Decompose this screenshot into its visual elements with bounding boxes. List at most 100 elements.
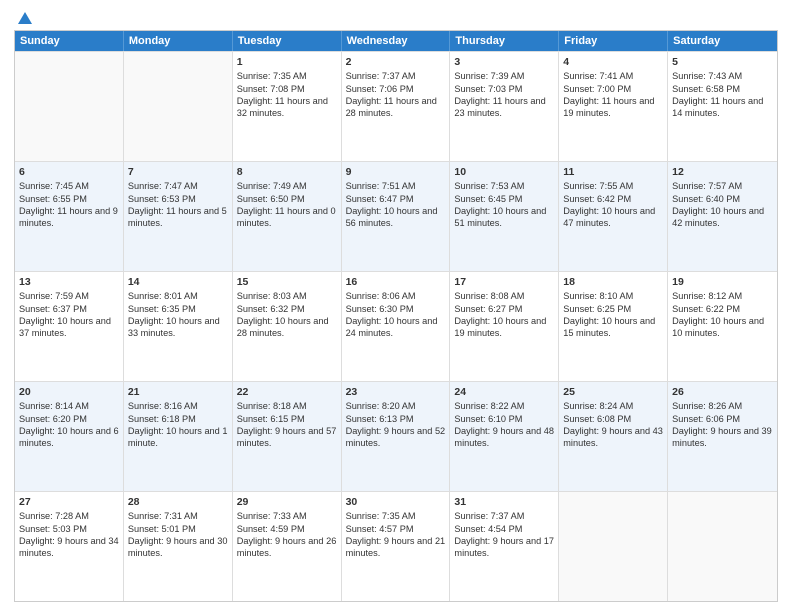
calendar-cell xyxy=(668,492,777,601)
sunrise-text: Sunrise: 7:35 AM xyxy=(346,511,416,521)
day-number: 15 xyxy=(237,275,337,289)
sunrise-text: Sunrise: 7:45 AM xyxy=(19,181,89,191)
calendar-cell: 26Sunrise: 8:26 AMSunset: 6:06 PMDayligh… xyxy=(668,382,777,491)
calendar-cell xyxy=(124,52,233,161)
sunrise-text: Sunrise: 8:10 AM xyxy=(563,291,633,301)
calendar-cell: 23Sunrise: 8:20 AMSunset: 6:13 PMDayligh… xyxy=(342,382,451,491)
sunset-text: Sunset: 7:08 PM xyxy=(237,84,305,94)
day-number: 12 xyxy=(672,165,773,179)
daylight-text: Daylight: 10 hours and 47 minutes. xyxy=(563,206,655,228)
daylight-text: Daylight: 10 hours and 24 minutes. xyxy=(346,316,438,338)
header xyxy=(14,10,778,24)
sunrise-text: Sunrise: 7:41 AM xyxy=(563,71,633,81)
daylight-text: Daylight: 9 hours and 21 minutes. xyxy=(346,536,446,558)
calendar-row: 20 Sunrise: 8:14 AM Sunset: 6:20 PM Dayligh… xyxy=(15,381,777,491)
day-number: 4 xyxy=(563,55,663,69)
day-number: 28 xyxy=(128,495,228,509)
calendar-header-cell: Sunday xyxy=(15,31,124,51)
daylight-text: Daylight: 9 hours and 57 minutes. xyxy=(237,426,337,448)
daylight-text: Daylight: 10 hours and 51 minutes. xyxy=(454,206,546,228)
calendar-cell: 22 Sunrise: 8:18 AM Sunset: 6:15 PM Dayligh… xyxy=(233,382,342,491)
sunset-text: Sunset: 6:42 PM xyxy=(563,194,631,204)
sunrise-text: Sunrise: 7:35 AM xyxy=(237,71,307,81)
calendar-cell: 5Sunrise: 7:43 AMSunset: 6:58 PMDaylight… xyxy=(668,52,777,161)
calendar-cell: 9Sunrise: 7:51 AMSunset: 6:47 PMDaylight… xyxy=(342,162,451,271)
sunrise-text: Sunrise: 8:24 AM xyxy=(563,401,633,411)
calendar-header-cell: Thursday xyxy=(450,31,559,51)
sunrise-text: Sunrise: 7:49 AM xyxy=(237,181,307,191)
sunset-text: Sunset: 6:32 PM xyxy=(237,304,305,314)
calendar-header-cell: Saturday xyxy=(668,31,777,51)
sunset-text: Sunset: 4:59 PM xyxy=(237,524,305,534)
daylight-text: Daylight: 9 hours and 48 minutes. xyxy=(454,426,554,448)
sunset-text: Sunset: 6:47 PM xyxy=(346,194,414,204)
day-number: 22 xyxy=(237,385,337,399)
sunset-text: Sunset: 7:06 PM xyxy=(346,84,414,94)
calendar-cell: 30 Sunrise: 7:35 AM Sunset: 4:57 PM Dayligh… xyxy=(342,492,451,601)
day-number: 9 xyxy=(346,165,446,179)
sunset-text: Sunset: 6:53 PM xyxy=(128,194,196,204)
sunrise-text: Sunrise: 7:37 AM xyxy=(454,511,524,521)
sunrise-text: Sunrise: 8:18 AM xyxy=(237,401,307,411)
calendar-cell: 1Sunrise: 7:35 AMSunset: 7:08 PMDaylight… xyxy=(233,52,342,161)
calendar-body: 1Sunrise: 7:35 AMSunset: 7:08 PMDaylight… xyxy=(15,51,777,601)
daylight-text: Daylight: 11 hours and 23 minutes. xyxy=(454,96,545,118)
daylight-text: Daylight: 11 hours and 9 minutes. xyxy=(19,206,118,228)
sunset-text: Sunset: 6:35 PM xyxy=(128,304,196,314)
sunset-text: Sunset: 6:50 PM xyxy=(237,194,305,204)
day-number: 16 xyxy=(346,275,446,289)
day-number: 30 xyxy=(346,495,446,509)
sunrise-text: Sunrise: 8:20 AM xyxy=(346,401,416,411)
calendar-cell: 8Sunrise: 7:49 AMSunset: 6:50 PMDaylight… xyxy=(233,162,342,271)
day-number: 20 xyxy=(19,385,119,399)
calendar-cell xyxy=(15,52,124,161)
sunrise-text: Sunrise: 8:03 AM xyxy=(237,291,307,301)
sunrise-text: Sunrise: 8:22 AM xyxy=(454,401,524,411)
sunrise-text: Sunrise: 8:14 AM xyxy=(19,401,89,411)
sunrise-text: Sunrise: 8:12 AM xyxy=(672,291,742,301)
calendar-cell: 31Sunrise: 7:37 AMSunset: 4:54 PMDayligh… xyxy=(450,492,559,601)
logo-icon xyxy=(16,10,34,28)
calendar-cell: 28Sunrise: 7:31 AMSunset: 5:01 PMDayligh… xyxy=(124,492,233,601)
calendar-cell: 17Sunrise: 8:08 AMSunset: 6:27 PMDayligh… xyxy=(450,272,559,381)
calendar-cell: 13Sunrise: 7:59 AMSunset: 6:37 PMDayligh… xyxy=(15,272,124,381)
daylight-text: Daylight: 10 hours and 19 minutes. xyxy=(454,316,546,338)
day-number: 17 xyxy=(454,275,554,289)
calendar-cell: 6Sunrise: 7:45 AMSunset: 6:55 PMDaylight… xyxy=(15,162,124,271)
sunrise-text: Sunrise: 8:16 AM xyxy=(128,401,198,411)
calendar-header: SundayMondayTuesdayWednesdayThursdayFrid… xyxy=(15,31,777,51)
daylight-text: Daylight: 9 hours and 34 minutes. xyxy=(19,536,119,558)
sunset-text: Sunset: 6:20 PM xyxy=(19,414,87,424)
sunset-text: Sunset: 4:57 PM xyxy=(346,524,414,534)
sunrise-text: Sunrise: 7:57 AM xyxy=(672,181,742,191)
daylight-text: Daylight: 9 hours and 26 minutes. xyxy=(237,536,337,558)
day-number: 5 xyxy=(672,55,773,69)
sunrise-text: Sunrise: 8:26 AM xyxy=(672,401,742,411)
day-number: 27 xyxy=(19,495,119,509)
sunset-text: Sunset: 6:13 PM xyxy=(346,414,414,424)
sunset-text: Sunset: 6:45 PM xyxy=(454,194,522,204)
calendar-cell: 24Sunrise: 8:22 AMSunset: 6:10 PMDayligh… xyxy=(450,382,559,491)
calendar-cell: 11Sunrise: 7:55 AMSunset: 6:42 PMDayligh… xyxy=(559,162,668,271)
sunrise-text: Sunrise: 7:39 AM xyxy=(454,71,524,81)
daylight-text: Daylight: 10 hours and 42 minutes. xyxy=(672,206,764,228)
calendar-row: 13Sunrise: 7:59 AMSunset: 6:37 PMDayligh… xyxy=(15,271,777,381)
sunrise-text: Sunrise: 8:01 AM xyxy=(128,291,198,301)
calendar-row: 1Sunrise: 7:35 AMSunset: 7:08 PMDaylight… xyxy=(15,51,777,161)
calendar-header-cell: Tuesday xyxy=(233,31,342,51)
daylight-text: Daylight: 10 hours and 10 minutes. xyxy=(672,316,764,338)
sunset-text: Sunset: 5:03 PM xyxy=(19,524,87,534)
day-number: 14 xyxy=(128,275,228,289)
day-number: 19 xyxy=(672,275,773,289)
sunset-text: Sunset: 6:15 PM xyxy=(237,414,305,424)
sunset-text: Sunset: 5:01 PM xyxy=(128,524,196,534)
daylight-text: Daylight: 11 hours and 32 minutes. xyxy=(237,96,328,118)
sunset-text: Sunset: 6:55 PM xyxy=(19,194,87,204)
calendar-header-cell: Friday xyxy=(559,31,668,51)
day-number: 18 xyxy=(563,275,663,289)
day-number: 23 xyxy=(346,385,446,399)
sunrise-text: Sunrise: 7:55 AM xyxy=(563,181,633,191)
calendar: SundayMondayTuesdayWednesdayThursdayFrid… xyxy=(14,30,778,602)
sunset-text: Sunset: 6:40 PM xyxy=(672,194,740,204)
sunrise-text: Sunrise: 7:53 AM xyxy=(454,181,524,191)
